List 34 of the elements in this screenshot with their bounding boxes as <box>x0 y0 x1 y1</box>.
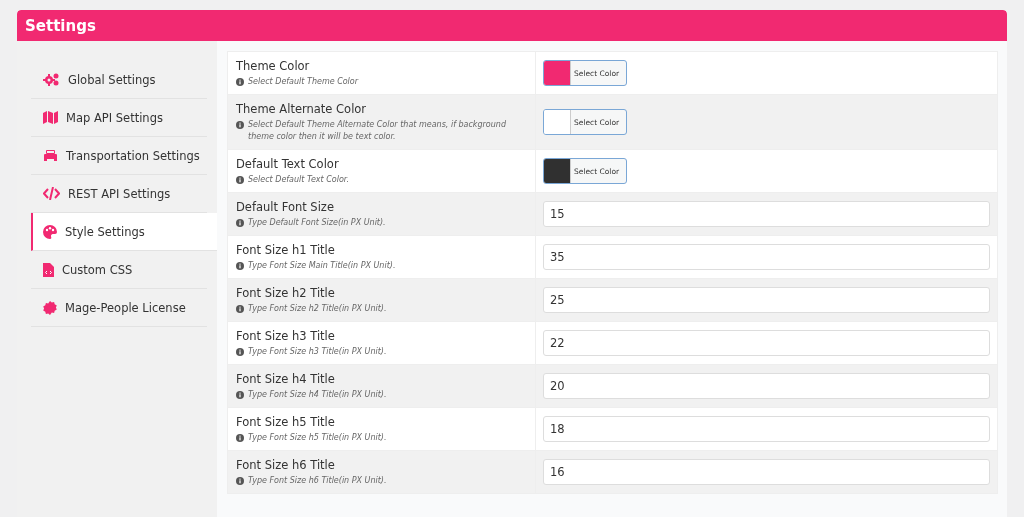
setting-label: Font Size h2 Title <box>236 286 336 300</box>
setting-hint: Type Font Size h6 Title(in PX Unit). <box>248 475 387 487</box>
setting-hint: Type Font Size h4 Title(in PX Unit). <box>248 389 387 401</box>
setting-hint: Type Default Font Size(in PX Unit). <box>248 217 386 229</box>
setting-label: Font Size h5 Title <box>236 415 336 429</box>
setting-label: Font Size h3 Title <box>236 329 336 343</box>
input-field[interactable]: 15 <box>543 201 990 227</box>
setting-label: Default Font Size <box>236 200 335 214</box>
setting-hint: Select Default Theme Alternate Color that means, if background theme color then it will be text color. <box>248 119 507 143</box>
setting-label: Font Size h4 Title <box>236 372 336 386</box>
sidebar-item[interactable]: Global Settings <box>31 61 207 99</box>
setting-hint: Type Font Size Main Title(in PX Unit). <box>248 260 396 272</box>
sidebar-item[interactable]: Custom CSS <box>31 251 207 289</box>
input-field[interactable]: 20 <box>543 373 990 399</box>
input-field[interactable]: 16 <box>543 459 990 485</box>
setting-hint: Select Default Text Color. <box>248 174 349 186</box>
setting-label: Font Size h1 Title <box>236 243 336 257</box>
input-field[interactable]: 25 <box>543 287 990 313</box>
input-field[interactable]: 18 <box>543 416 990 442</box>
setting-hint: Type Font Size h3 Title(in PX Unit). <box>248 346 387 358</box>
setting-hint: Type Font Size h2 Title(in PX Unit). <box>248 303 387 315</box>
sidebar-item[interactable]: Map API Settings <box>31 99 207 137</box>
setting-label: Theme Alternate Color <box>236 102 368 116</box>
setting-label: Theme Color <box>236 59 311 73</box>
header-title: Settings <box>25 16 96 35</box>
input-field[interactable]: 35 <box>543 244 990 270</box>
setting-label: Default Text Color <box>236 157 340 171</box>
setting-hint: Select Default Theme Color <box>248 76 359 88</box>
sidebar-item[interactable]: Mage-People License <box>31 289 207 327</box>
sidebar-item[interactable]: Transportation Settings <box>31 137 207 175</box>
input-field[interactable]: 22 <box>543 330 990 356</box>
setting-hint: Type Font Size h5 Title(in PX Unit). <box>248 432 387 444</box>
sidebar-item[interactable]: Style Settings <box>31 213 217 251</box>
setting-label: Font Size h6 Title <box>236 458 336 472</box>
